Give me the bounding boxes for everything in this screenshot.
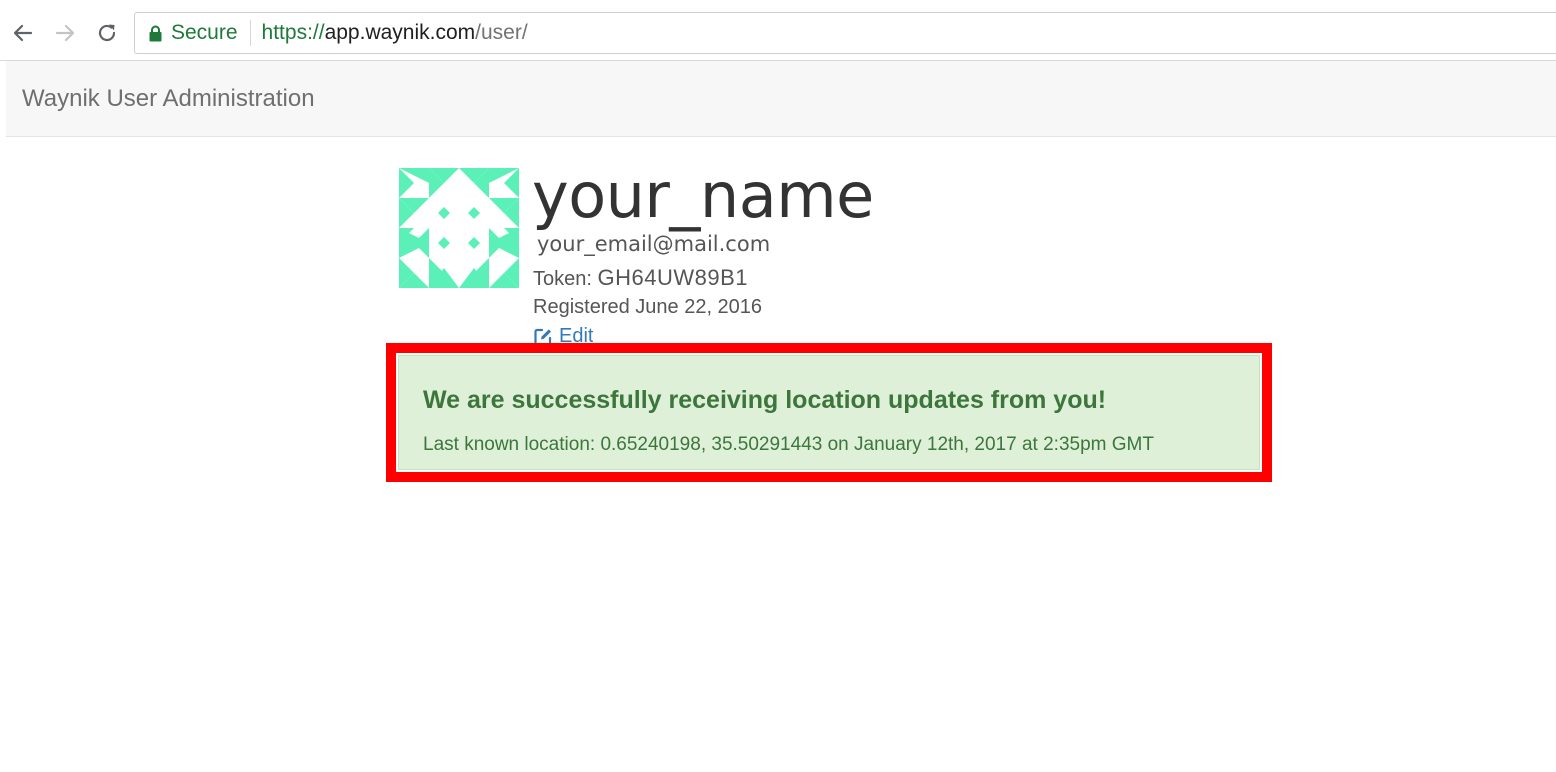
reload-button[interactable] — [92, 18, 122, 48]
browser-toolbar: Secure https://app.waynik.com/user/ — [0, 0, 1556, 61]
alert-heading: We are successfully receiving location u… — [423, 386, 1107, 414]
alert-location-text: Last known location: 0.65240198, 35.5029… — [423, 434, 1154, 455]
profile-username: your_name — [532, 159, 874, 232]
arrow-right-icon — [55, 24, 75, 42]
url-host: app.waynik.com — [324, 21, 476, 44]
avatar — [399, 168, 519, 288]
success-alert: We are successfully receiving location u… — [398, 355, 1260, 470]
profile-email: your_email@mail.com — [537, 232, 771, 256]
secure-label: Secure — [171, 21, 238, 44]
edit-profile-link[interactable]: Edit — [533, 325, 593, 343]
url-path: /user/ — [475, 21, 528, 44]
forward-button[interactable] — [50, 18, 80, 48]
reload-icon — [98, 24, 116, 42]
token-label: Token: — [533, 268, 598, 290]
token-value: GH64UW89B1 — [597, 265, 748, 290]
security-indicator[interactable]: Secure — [135, 20, 251, 46]
highlight-frame: We are successfully receiving location u… — [386, 343, 1272, 482]
profile-registered: Registered June 22, 2016 — [533, 296, 763, 318]
address-bar[interactable]: Secure https://app.waynik.com/user/ — [134, 12, 1556, 54]
profile-token: Token: GH64UW89B1 — [533, 265, 748, 291]
url-text[interactable]: https://app.waynik.com/user/ — [251, 21, 528, 45]
app-navbar: Waynik User Administration — [6, 61, 1556, 137]
url-scheme: https:// — [261, 21, 325, 44]
navbar-brand[interactable]: Waynik User Administration — [22, 85, 315, 113]
back-button[interactable] — [8, 18, 38, 48]
arrow-left-icon — [13, 24, 33, 42]
lock-icon — [149, 25, 162, 41]
edit-icon — [534, 328, 552, 343]
edit-label: Edit — [559, 325, 594, 343]
